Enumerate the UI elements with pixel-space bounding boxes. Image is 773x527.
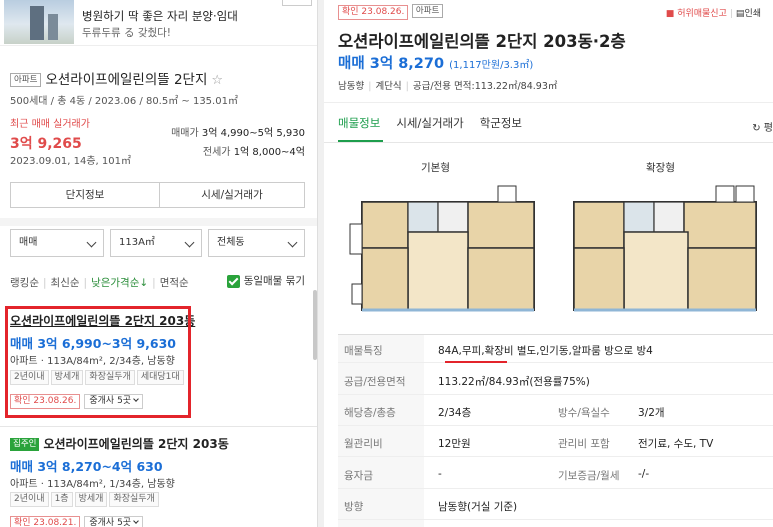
floorplan-extended-drawing xyxy=(573,185,757,312)
highlight-underline xyxy=(445,361,507,363)
complex-title: 아파트 오션라이프에일린의뜰 2단지 ☆ xyxy=(10,68,223,88)
report-button[interactable]: 허위매물신고 xyxy=(677,9,727,19)
spec-row: 융자금 - 기보증금/월세 -/- xyxy=(338,460,773,489)
feature-chip: 1층 xyxy=(50,492,73,507)
detail-badges: 확인 23.08.26. 아파트 xyxy=(338,4,444,20)
detail-actions: ■ 허위매물신고 | ▤인쇄 xyxy=(665,9,761,19)
print-button[interactable]: 인쇄 xyxy=(744,9,761,19)
detail-title: 오션라이프에일린의뜰 2단지 203동·2층 xyxy=(338,32,626,51)
spec-row: 공급/전용면적 113.22㎡/84.93㎡(전용률75%) xyxy=(338,366,773,395)
listing-footer: 확인 23.08.21. 중개사 5곳 xyxy=(10,515,144,527)
sort-low-price[interactable]: 낮은가격순↓ xyxy=(91,277,148,289)
group-same-listings-toggle[interactable]: 동일매물 묶기 xyxy=(226,273,305,288)
detail-tabs: 매물정보 시세/실거래가 학군정보 xyxy=(338,115,538,131)
spec-row: 월관리비 12만원 관리비 포함 전기료, 수도, TV xyxy=(338,428,773,457)
listing-panel: 병원하기 딱 좋은 자리 분양·임대 두류두류 る 갖췄다! 아파트 오션라이프에… xyxy=(0,0,318,527)
listing-chips: 2년이내 1층 방세개 화장실두개 xyxy=(10,491,161,507)
sale-price-range: 매매가 3억 4,990~5억 5,930 xyxy=(171,128,305,139)
divider xyxy=(324,142,773,143)
detail-panel: 확인 23.08.26. 아파트 ■ 허위매물신고 | ▤인쇄 오션라이프에일린의뜰… xyxy=(324,0,773,527)
ad-title[interactable]: 병원하기 딱 좋은 자리 분양·임대 xyxy=(82,8,238,24)
detail-summary: 남동향 | 계단식 | 공급/전용 면적:113.22㎡/84.93㎡ xyxy=(338,81,558,92)
agent-count-button[interactable]: 중개사 5곳 xyxy=(84,516,144,527)
scrollbar-thumb[interactable] xyxy=(313,290,317,360)
listing-item[interactable]: 집주인 오션라이프에일린의뜰 2단지 203동 매매 3억 8,270~4억 63… xyxy=(0,427,317,527)
feature-chip: 화장실두개 xyxy=(109,492,159,507)
complex-info-button[interactable]: 단지정보 xyxy=(10,182,160,208)
chevron-down-icon xyxy=(133,518,139,524)
trade-type-select[interactable]: 매매 xyxy=(10,229,104,257)
pyeong-toggle[interactable]: ↻ 평 xyxy=(752,119,773,134)
property-type-tag: 아파트 xyxy=(411,4,444,18)
divider xyxy=(0,218,317,226)
spec-row: 방향 남동향(거실 기준) xyxy=(338,491,773,520)
floorplan-basic-label: 기본형 xyxy=(421,162,450,174)
tab-listing-info[interactable]: 매물정보 xyxy=(338,116,380,130)
listing-meta: 아파트 · 113A/84m², 1/34층, 남동향 xyxy=(10,479,175,490)
sort-ranking[interactable]: 랭킹순 xyxy=(10,277,39,289)
complex-type-tag: 아파트 xyxy=(10,73,42,87)
floorplan-extended-label: 확장형 xyxy=(646,162,675,174)
recent-trade-date: 2023.09.01, 14층, 101㎡ xyxy=(10,156,131,167)
refresh-icon: ↻ xyxy=(752,123,761,134)
ad-image[interactable] xyxy=(4,0,74,44)
chevron-down-icon xyxy=(86,237,97,248)
floorplan-extended-image[interactable] xyxy=(566,184,766,316)
checkbox-checked-icon[interactable] xyxy=(226,274,240,288)
ad-close-tab[interactable] xyxy=(282,0,312,6)
floorplan-basic-drawing xyxy=(349,185,535,312)
listing-price: 매매 3억 8,270~4억 630 xyxy=(10,459,163,474)
detail-price: 매매 3억 8,270 (1,117만원/3.3㎡) xyxy=(338,56,534,72)
favorite-star-icon[interactable]: ☆ xyxy=(211,73,223,88)
sort-area[interactable]: 면적순 xyxy=(160,277,189,289)
dong-select[interactable]: 전체동 xyxy=(208,229,305,257)
ad-banner[interactable]: 병원하기 딱 좋은 자리 분양·임대 두류두류 る 갖췄다! xyxy=(0,0,317,46)
report-icon[interactable]: ■ xyxy=(666,9,675,19)
jeonse-price-range: 전세가 1억 8,000~4억 xyxy=(202,147,305,158)
tab-market-price[interactable]: 시세/실거래가 xyxy=(396,116,463,130)
recent-trade-price: 3억 9,265 xyxy=(10,136,82,152)
spec-row: 해당층/총층 2/34층 방수/욕실수 3/2개 xyxy=(338,397,773,426)
feature-chip: 방세개 xyxy=(74,492,108,507)
chevron-down-icon xyxy=(287,237,298,248)
spec-row: 매물특징 84A,무피,확장비 별도,인기동,알파룸 방으로 방4 xyxy=(338,334,773,363)
owner-badge: 집주인 xyxy=(10,438,40,451)
highlight-box xyxy=(5,306,191,418)
chevron-down-icon xyxy=(184,237,195,248)
sort-options: 랭킹순 | 최신순 | 낮은가격순↓ | 면적순 xyxy=(10,277,189,289)
floorplan-basic-image[interactable] xyxy=(348,184,548,316)
complex-info: 500세대 / 총 4동 / 2023.06 / 80.5㎡ ~ 135.01㎡ xyxy=(10,96,238,107)
divider xyxy=(324,102,773,103)
market-price-button[interactable]: 시세/실거래가 xyxy=(159,182,305,208)
tab-school-info[interactable]: 학군정보 xyxy=(480,116,522,130)
confirm-date-badge: 확인 23.08.21. xyxy=(10,516,81,527)
confirm-date-badge: 확인 23.08.26. xyxy=(338,5,409,20)
complex-name: 오션라이프에일린의뜰 2단지 xyxy=(45,72,208,88)
area-select[interactable]: 113A㎡ xyxy=(110,229,202,257)
feature-chip: 2년이내 xyxy=(10,492,49,507)
recent-trade-label: 최근 매매 실거래가 xyxy=(10,119,90,130)
ad-subtitle: 두류두류 る 갖췄다! xyxy=(82,27,172,39)
sort-latest[interactable]: 최신순 xyxy=(51,277,80,289)
listing-title[interactable]: 집주인 오션라이프에일린의뜰 2단지 203동 xyxy=(10,435,229,452)
